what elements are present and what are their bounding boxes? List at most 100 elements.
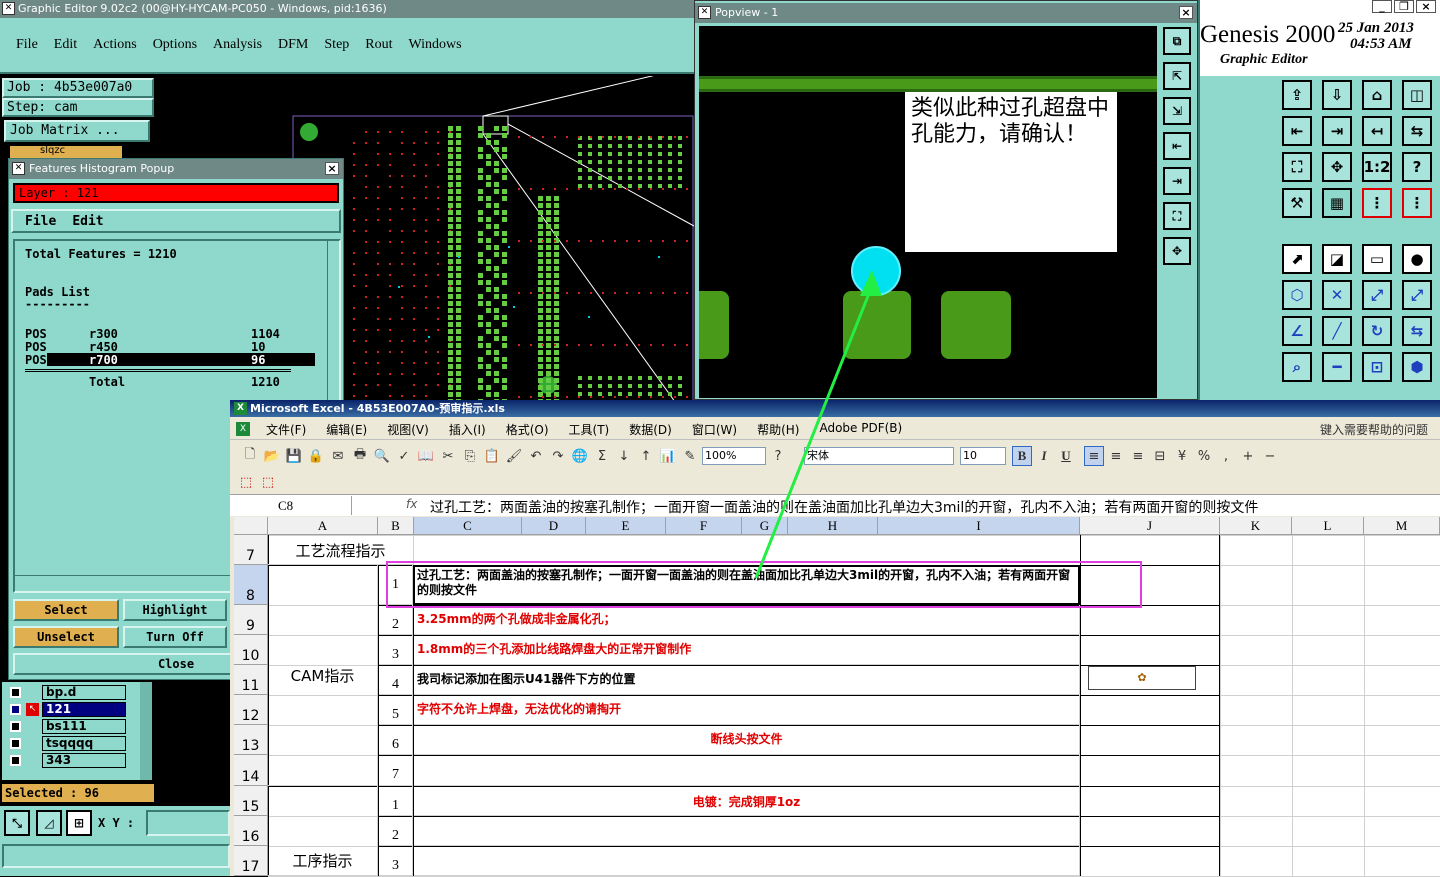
preview-icon[interactable]: 🔍 bbox=[372, 446, 392, 466]
layer-item[interactable]: 343 bbox=[6, 753, 136, 769]
column-header-g[interactable]: G bbox=[742, 517, 788, 535]
xy-input[interactable] bbox=[146, 810, 230, 836]
center-icon[interactable]: ✥ bbox=[1322, 152, 1352, 182]
research-icon[interactable]: 📖 bbox=[416, 446, 436, 466]
ge-menu-step[interactable]: Step bbox=[324, 37, 349, 53]
proc-item-text[interactable]: 电镀：完成铜厚1oz bbox=[414, 786, 1080, 816]
help-icon[interactable]: ? bbox=[768, 446, 788, 466]
proc-item-number[interactable]: 3 bbox=[379, 846, 413, 876]
comma-icon[interactable]: , bbox=[1216, 446, 1236, 466]
cam-item-text[interactable]: 我司标记添加在图示U41器件下方的位置 bbox=[414, 665, 1080, 695]
ge-titlebar[interactable]: ✕ Graphic Editor 9.02c2 (00@HY-HYCAM-PC0… bbox=[0, 0, 694, 18]
histogram-row[interactable]: POS r300 1104 bbox=[25, 327, 315, 341]
excel-menu-item[interactable]: 数据(D) bbox=[629, 421, 672, 438]
pdf-convert-icon[interactable]: ⬚ bbox=[236, 472, 256, 492]
popview-canvas[interactable]: 类似此种过孔超盘中孔能力，请确认！ bbox=[699, 26, 1157, 398]
underline-button[interactable]: U bbox=[1056, 446, 1076, 466]
row-header[interactable]: 11 bbox=[234, 665, 268, 695]
bold-button[interactable]: B bbox=[1012, 446, 1032, 466]
email-icon[interactable]: ✉ bbox=[328, 446, 348, 466]
hyperlink-icon[interactable]: 🌐 bbox=[570, 446, 590, 466]
sort-asc-icon[interactable]: ↓ bbox=[614, 446, 634, 466]
close-icon[interactable]: × bbox=[1416, 0, 1436, 13]
open-icon[interactable]: 📂 bbox=[262, 446, 282, 466]
histogram-row[interactable]: POS r700 96 bbox=[25, 353, 315, 367]
formula-input[interactable]: 过孔工艺：两面盖油的按塞孔制作；一面开窗一面盖油的则在盖油面加比孔单边大3mil… bbox=[430, 497, 1430, 517]
layer-item[interactable]: tsqqqq bbox=[6, 736, 136, 752]
align-center-icon[interactable]: ≡ bbox=[1106, 446, 1126, 466]
layer-checkbox-icon[interactable] bbox=[10, 721, 21, 732]
right-view-icon[interactable]: ⇥ bbox=[1163, 167, 1191, 195]
copy-icon[interactable]: ⎘ bbox=[460, 446, 480, 466]
row-header[interactable]: 14 bbox=[234, 755, 268, 786]
unselect-button[interactable]: Unselect bbox=[13, 626, 119, 648]
spelling-icon[interactable]: ✓ bbox=[394, 446, 414, 466]
job-matrix-button[interactable]: Job Matrix ... bbox=[4, 120, 150, 142]
swap-icon[interactable]: ⇆ bbox=[1402, 116, 1432, 146]
row-header[interactable]: 17 bbox=[234, 846, 268, 876]
layer-item[interactable]: bp.d bbox=[6, 685, 136, 701]
select-button[interactable]: Select bbox=[13, 599, 119, 621]
increase-decimal-icon[interactable]: + bbox=[1238, 446, 1258, 466]
measure-tool-icon[interactable]: ⊡ bbox=[1362, 352, 1392, 382]
column-header-c[interactable]: C bbox=[414, 517, 522, 535]
ge-command-line[interactable] bbox=[2, 844, 230, 868]
ge-menu-edit[interactable]: Edit bbox=[54, 37, 77, 53]
fit-icon[interactable]: ⛶ bbox=[1282, 152, 1312, 182]
measure-icon[interactable]: ◿ bbox=[36, 810, 62, 836]
layer-checkbox-icon[interactable] bbox=[10, 738, 21, 749]
proc-item-text[interactable] bbox=[414, 816, 1080, 846]
swap-left-icon[interactable]: ↤ bbox=[1362, 116, 1392, 146]
cam-item-text[interactable]: 字符不允许上焊盘，无法优化的请掏开 bbox=[414, 695, 1080, 725]
italic-button[interactable]: I bbox=[1034, 446, 1054, 466]
import-view-icon[interactable]: ⇲ bbox=[1163, 97, 1191, 125]
row-header[interactable]: 13 bbox=[234, 725, 268, 755]
new-icon[interactable]: 🗋 bbox=[240, 446, 260, 466]
ruler-tool-icon[interactable]: ▭ bbox=[1362, 244, 1392, 274]
row-header[interactable]: 15 bbox=[234, 786, 268, 816]
font-size-select[interactable]: 10 bbox=[960, 447, 1006, 465]
row-header[interactable]: 10 bbox=[234, 635, 268, 665]
layer-top-item[interactable]: slqzc bbox=[10, 146, 122, 158]
ge-menu-analysis[interactable]: Analysis bbox=[213, 37, 262, 53]
1:2-icon[interactable]: 1:2 bbox=[1362, 152, 1392, 182]
select-all-corner[interactable] bbox=[234, 517, 268, 535]
align-left-icon[interactable]: ⚒ bbox=[1282, 188, 1312, 218]
autosum-icon[interactable]: Σ bbox=[592, 446, 612, 466]
layer-item[interactable]: ↖ 121 bbox=[6, 702, 136, 718]
right-icon[interactable]: ⇥ bbox=[1322, 116, 1352, 146]
cross-tool-icon[interactable]: ✕ bbox=[1322, 280, 1352, 310]
hist-menu-file[interactable]: File bbox=[25, 214, 56, 229]
column-header-m[interactable]: M bbox=[1364, 517, 1440, 535]
row-header[interactable]: 12 bbox=[234, 695, 268, 725]
excel-menu-item[interactable]: 窗口(W) bbox=[692, 421, 737, 438]
highlight-button[interactable]: Highlight bbox=[123, 599, 227, 621]
column-header-i[interactable]: I bbox=[878, 517, 1080, 535]
excel-menu-item[interactable]: Adobe PDF(B) bbox=[819, 421, 902, 438]
cut-icon[interactable]: ✂ bbox=[438, 446, 458, 466]
merge-center-icon[interactable]: ⊟ bbox=[1150, 446, 1170, 466]
grid-icon[interactable]: ▦ bbox=[1322, 188, 1352, 218]
cell-a7[interactable]: 工艺流程指示 bbox=[268, 535, 414, 565]
line-tool-icon[interactable]: ╱ bbox=[1322, 316, 1352, 346]
cam-item-text[interactable]: 3.25mm的两个孔做成非金属化孔； bbox=[414, 605, 1080, 635]
undo-icon[interactable]: ↶ bbox=[526, 446, 546, 466]
proc-item-text[interactable] bbox=[414, 846, 1080, 876]
turn-off-button[interactable]: Turn Off bbox=[123, 626, 227, 648]
grid-icon[interactable]: ⊞ bbox=[66, 810, 92, 836]
ge-menu-dfm[interactable]: DFM bbox=[278, 37, 308, 53]
histogram-row[interactable]: POS r450 10 bbox=[25, 340, 315, 354]
chart-icon[interactable]: 📊 bbox=[658, 446, 678, 466]
hist-titlebar[interactable]: ✕ Features Histogram Popup × bbox=[9, 159, 343, 179]
column-header-j[interactable]: J bbox=[1080, 517, 1220, 535]
connect2-tool-icon[interactable]: ⤢ bbox=[1402, 280, 1432, 310]
zoom-select[interactable]: 100% bbox=[702, 447, 766, 465]
cell-a-proc[interactable]: 工序指示 bbox=[268, 786, 378, 876]
proc-item-number[interactable]: 1 bbox=[379, 786, 413, 816]
hist-close-icon[interactable]: × bbox=[325, 162, 339, 175]
angle-tool-icon[interactable]: ∠ bbox=[1282, 316, 1312, 346]
paste-icon[interactable]: 📋 bbox=[482, 446, 502, 466]
redo-icon[interactable]: ↷ bbox=[548, 446, 568, 466]
cam-item-number[interactable]: 2 bbox=[379, 605, 413, 635]
dot-tool-icon[interactable]: ● bbox=[1402, 244, 1432, 274]
